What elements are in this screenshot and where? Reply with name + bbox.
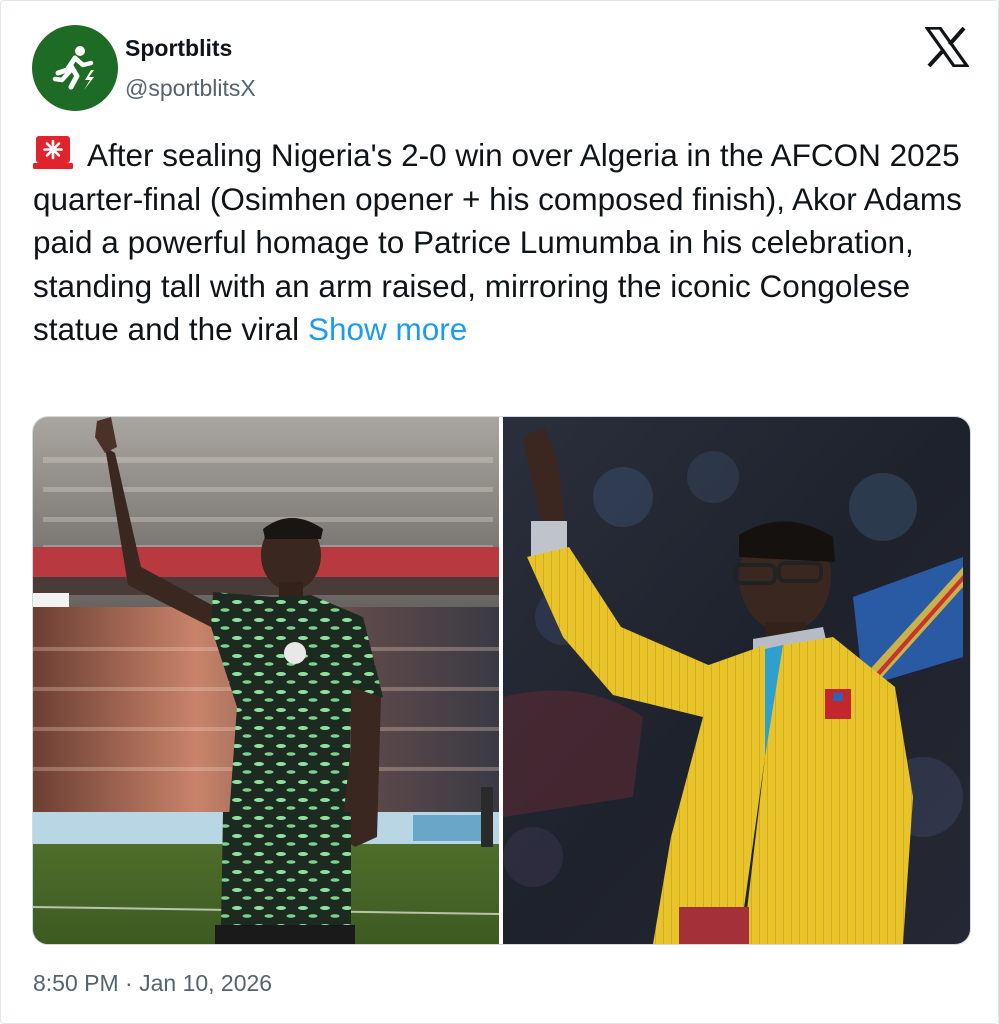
man-yellow-suit-photo[interactable] [503, 417, 970, 944]
tweet-card: Sportblits @sportblitsX After sealing Ni… [0, 0, 999, 1024]
tweet-text: After sealing Nigeria's 2-0 win over Alg… [33, 134, 973, 352]
media-grid [32, 416, 971, 945]
show-more-link[interactable]: Show more [308, 311, 467, 347]
tweet-body: After sealing Nigeria's 2-0 win over Alg… [33, 137, 962, 348]
runner-bolt-icon [52, 46, 94, 90]
player-celebration-photo[interactable] [33, 417, 499, 944]
siren-icon [33, 136, 73, 169]
x-logo-icon[interactable] [925, 27, 969, 67]
avatar[interactable] [32, 25, 118, 111]
author-handle[interactable]: @sportblitsX [125, 75, 256, 102]
author-name[interactable]: Sportblits [125, 35, 232, 62]
timestamp[interactable]: 8:50 PM · Jan 10, 2026 [33, 970, 272, 997]
